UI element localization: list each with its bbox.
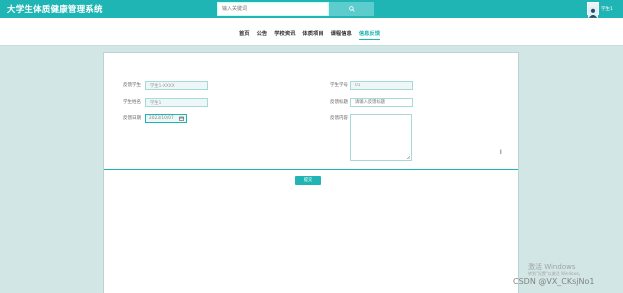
user-name[interactable]: 学生1: [601, 6, 613, 12]
nav-item-feedback[interactable]: 信息反馈: [358, 29, 381, 40]
calendar-icon[interactable]: [179, 116, 184, 121]
search-button[interactable]: [329, 2, 374, 16]
search-input[interactable]: [217, 2, 329, 16]
feedback-content-label: 反馈内容: [330, 116, 348, 121]
csdn-watermark: CSDN @VX_CKsjNo1: [513, 277, 595, 286]
feedback-content-textarea[interactable]: [350, 114, 412, 161]
nav-item-course-info[interactable]: 课程信息: [331, 29, 352, 37]
nav-item-notice[interactable]: 公告: [257, 29, 268, 37]
resize-handle-icon[interactable]: [407, 156, 410, 159]
nav-item-home[interactable]: 首页: [239, 29, 250, 37]
feedback-title-label: 反馈标题: [330, 100, 348, 105]
submit-button[interactable]: 提交: [295, 176, 321, 185]
form-divider: [104, 169, 518, 170]
main-nav: 首页 公告 学校资讯 体质项目 课程信息 信息反馈: [0, 18, 623, 46]
feedback-form-panel: 反馈学生 学生姓名 反馈日期 2023/10/07 学生学号 反馈标题 I 反馈…: [103, 52, 519, 293]
search-icon: [348, 6, 355, 12]
windows-activation-title: 激活 Windows: [528, 263, 576, 271]
nav-item-fitness-projects[interactable]: 体质项目: [302, 29, 323, 37]
feedback-date-label: 反馈日期: [123, 116, 141, 121]
user-avatar[interactable]: [587, 2, 599, 18]
feedback-date-value: 2023/10/07: [149, 116, 174, 121]
student-number-field: [350, 81, 413, 90]
feedback-student-field: [145, 81, 208, 90]
feedback-title-input[interactable]: [350, 98, 413, 107]
student-name-field: [145, 98, 208, 107]
nav-item-school-news[interactable]: 学校资讯: [274, 29, 295, 37]
student-number-label: 学生学号: [330, 83, 348, 88]
text-cursor-icon: I: [500, 149, 502, 156]
user-avatar-icon: [588, 7, 598, 18]
feedback-date-field[interactable]: 2023/10/07: [145, 114, 187, 123]
site-title: 大学生体质健康管理系统: [7, 5, 103, 15]
feedback-student-label: 反馈学生: [123, 83, 141, 88]
top-header-bar: 大学生体质健康管理系统 学生1: [0, 0, 623, 18]
student-name-label: 学生姓名: [123, 100, 141, 105]
